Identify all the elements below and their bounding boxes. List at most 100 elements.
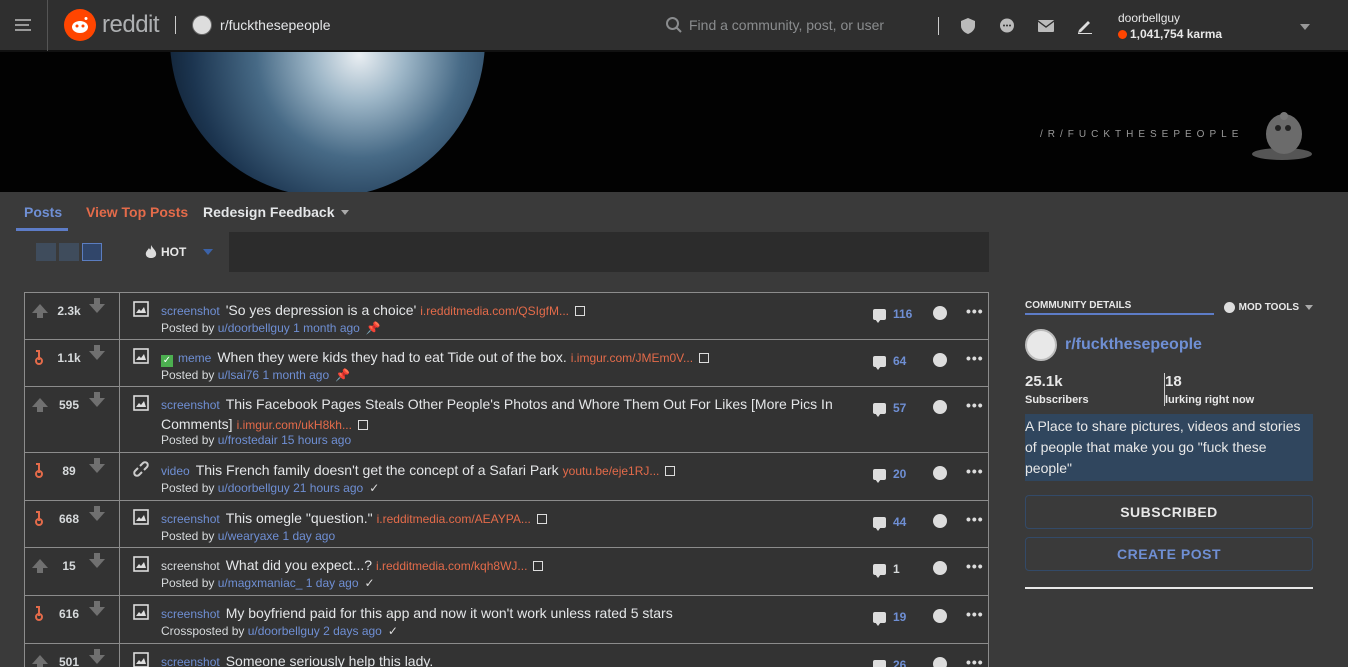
comments-button[interactable]: 44	[873, 515, 906, 531]
microphone-vote-icon[interactable]	[32, 510, 48, 526]
external-link-icon[interactable]	[357, 420, 368, 430]
author-link[interactable]: u/wearyaxe	[218, 529, 279, 543]
post-flair[interactable]: screenshot	[161, 512, 220, 526]
post-flair[interactable]: meme	[178, 351, 211, 365]
downvote-arrow-icon[interactable]	[89, 655, 105, 664]
author-link[interactable]: u/magxmaniac_	[218, 576, 303, 590]
post-domain-link[interactable]: i.imgur.com/JMEm0V...	[571, 351, 693, 365]
post-domain-link[interactable]: youtu.be/eje1RJ...	[563, 464, 660, 478]
post-row[interactable]: 668 screenshot This omegle "question." i.re…	[24, 501, 989, 548]
author-link[interactable]: u/lsai76	[218, 368, 259, 382]
post-domain-link[interactable]: i.imgur.com/ukH8kh...	[237, 418, 352, 432]
post-title[interactable]: This French family doesn't get the conce…	[196, 462, 559, 478]
compact-view-button[interactable]	[82, 243, 102, 261]
author-link[interactable]: u/doorbellguy	[218, 321, 290, 335]
mod-actions-icon[interactable]	[933, 306, 947, 320]
microphone-vote-icon[interactable]	[32, 349, 48, 365]
post-flair[interactable]: screenshot	[161, 304, 220, 318]
post-domain-link[interactable]: i.redditmedia.com/kqh8WJ...	[376, 559, 527, 573]
post-title[interactable]: What did you expect...?	[226, 557, 372, 573]
post-row[interactable]: 15 screenshot What did you expect...? i.red…	[24, 548, 989, 596]
downvote-arrow-icon[interactable]	[89, 559, 105, 568]
mod-actions-icon[interactable]	[933, 353, 947, 367]
post-title[interactable]: When they were kids they had to eat Tide…	[217, 349, 566, 365]
downvote-arrow-icon[interactable]	[89, 398, 105, 407]
more-options-icon[interactable]: •••	[966, 303, 984, 319]
microphone-vote-icon[interactable]	[32, 605, 48, 621]
downvote-arrow-icon[interactable]	[89, 512, 105, 521]
more-options-icon[interactable]: •••	[966, 558, 984, 574]
current-subreddit[interactable]: r/fuckthesepeople	[220, 17, 331, 33]
post-flair[interactable]: screenshot	[161, 398, 220, 412]
mod-actions-icon[interactable]	[933, 609, 947, 623]
more-options-icon[interactable]: •••	[966, 606, 984, 622]
external-link-icon[interactable]	[699, 353, 710, 363]
post-domain-link[interactable]: i.redditmedia.com/QSIgfM...	[420, 304, 569, 318]
create-post-button[interactable]: CREATE POST	[1025, 537, 1313, 571]
search-input[interactable]: Find a community, post, or user	[689, 17, 884, 33]
downvote-arrow-icon[interactable]	[89, 304, 105, 313]
downvote-arrow-icon[interactable]	[89, 464, 105, 473]
external-link-icon[interactable]	[665, 466, 676, 476]
comments-button[interactable]: 20	[873, 467, 906, 483]
post-row[interactable]: 616 screenshot My boyfriend paid for this …	[24, 596, 989, 644]
chevron-down-icon[interactable]	[1300, 24, 1310, 30]
menu-toggle-button[interactable]	[0, 0, 48, 51]
reddit-logo[interactable]: reddit	[64, 9, 160, 41]
post-title[interactable]: This omegle "question."	[226, 510, 373, 526]
mod-actions-icon[interactable]	[933, 466, 947, 480]
post-row[interactable]: 2.3k screenshot 'So yes depression is a ch…	[24, 292, 989, 340]
chat-icon[interactable]	[998, 17, 1016, 35]
mod-actions-icon[interactable]	[933, 561, 947, 575]
comments-button[interactable]: 1	[873, 562, 900, 578]
post-row[interactable]: 89 video This French family doesn't get th…	[24, 453, 989, 501]
external-link-icon[interactable]	[533, 561, 544, 571]
microphone-vote-icon[interactable]	[32, 462, 48, 478]
post-flair[interactable]: screenshot	[161, 655, 220, 667]
downvote-arrow-icon[interactable]	[89, 607, 105, 616]
tab-redesign-feedback[interactable]: Redesign Feedback	[203, 204, 349, 220]
comments-button[interactable]: 116	[873, 307, 912, 323]
post-flair[interactable]: screenshot	[161, 607, 220, 621]
more-options-icon[interactable]: •••	[966, 463, 984, 479]
more-options-icon[interactable]: •••	[966, 350, 984, 366]
more-options-icon[interactable]: •••	[966, 654, 984, 667]
subscribed-button[interactable]: SUBSCRIBED	[1025, 495, 1313, 529]
community-name-link[interactable]: r/fuckthesepeople	[1065, 336, 1202, 354]
more-options-icon[interactable]: •••	[966, 511, 984, 527]
post-flair[interactable]: video	[161, 464, 190, 478]
post-title[interactable]: My boyfriend paid for this app and now i…	[226, 605, 673, 621]
tab-posts[interactable]: Posts	[24, 204, 62, 220]
mod-actions-icon[interactable]	[933, 657, 947, 667]
author-link[interactable]: u/doorbellguy	[248, 624, 320, 638]
comments-button[interactable]: 64	[873, 354, 906, 370]
card-view-button[interactable]	[36, 243, 56, 261]
post-row[interactable]: 595 screenshot This Facebook Pages Steals …	[24, 387, 989, 453]
post-title[interactable]: Someone seriously help this lady.	[226, 653, 434, 667]
user-menu[interactable]: doorbellguy 1,041,754 karma	[1118, 11, 1222, 41]
post-row[interactable]: 501 screenshot Someone seriously help this…	[24, 644, 989, 667]
post-domain-link[interactable]: i.redditmedia.com/AEAYPA...	[377, 512, 531, 526]
comments-button[interactable]: 57	[873, 401, 906, 417]
mod-actions-icon[interactable]	[933, 400, 947, 414]
shield-icon[interactable]	[959, 17, 977, 35]
author-link[interactable]: u/doorbellguy	[218, 481, 290, 495]
tab-view-top-posts[interactable]: View Top Posts	[86, 204, 188, 220]
comments-button[interactable]: 26	[873, 658, 906, 667]
external-link-icon[interactable]	[574, 306, 585, 316]
external-link-icon[interactable]	[536, 514, 547, 524]
more-options-icon[interactable]: •••	[966, 397, 984, 413]
chevron-down-icon[interactable]	[203, 249, 213, 255]
mod-actions-icon[interactable]	[933, 514, 947, 528]
classic-view-button[interactable]	[59, 243, 79, 261]
comments-button[interactable]: 19	[873, 610, 906, 626]
post-title[interactable]: 'So yes depression is a choice'	[226, 302, 417, 318]
downvote-arrow-icon[interactable]	[89, 351, 105, 360]
mail-icon[interactable]	[1037, 17, 1055, 35]
pencil-icon[interactable]	[1076, 17, 1094, 35]
mod-tools-button[interactable]: MOD TOOLS	[1223, 302, 1313, 313]
post-row[interactable]: 1.1k ✓ meme When they were kids they had to…	[24, 340, 989, 387]
author-link[interactable]: u/frostedair	[218, 433, 278, 447]
post-flair[interactable]: screenshot	[161, 559, 220, 573]
sort-hot-button[interactable]: HOT	[133, 232, 229, 272]
